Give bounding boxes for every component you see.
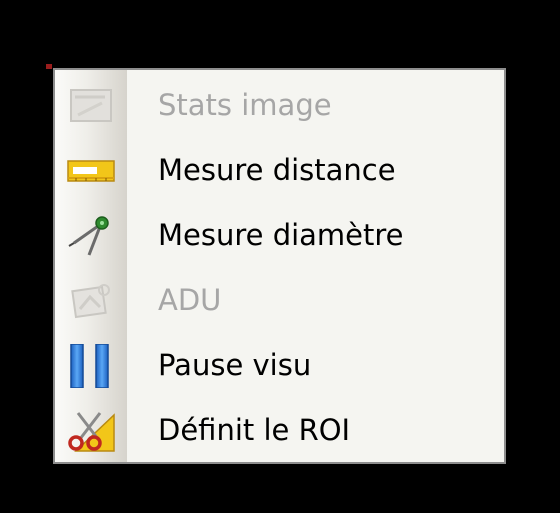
compass-icon xyxy=(64,214,118,258)
menu-item-label: Mesure distance xyxy=(158,153,396,187)
menu-item-mesure-distance[interactable]: Mesure distance xyxy=(55,139,504,203)
menu-item-label: Stats image xyxy=(158,88,332,122)
cursor-marker xyxy=(46,64,52,69)
context-menu: Stats image Mesure distance Mesure diamè… xyxy=(53,68,506,464)
menu-item-label: Mesure diamètre xyxy=(158,218,404,252)
screen: Stats image Mesure distance Mesure diamè… xyxy=(0,0,560,513)
ruler-icon xyxy=(64,149,118,193)
stats-image-icon xyxy=(64,84,118,128)
menu-item-label: Pause visu xyxy=(158,348,312,382)
pause-icon xyxy=(64,343,118,389)
scissors-roi-icon xyxy=(64,409,118,453)
menu-item-adu[interactable]: ADU xyxy=(55,269,504,333)
menu-item-definit-roi[interactable]: Définit le ROI xyxy=(55,399,504,463)
menu-item-mesure-diametre[interactable]: Mesure diamètre xyxy=(55,204,504,268)
adu-icon xyxy=(64,279,118,323)
menu-item-label: Définit le ROI xyxy=(158,413,351,447)
menu-item-label: ADU xyxy=(158,283,222,317)
menu-item-pause-visu[interactable]: Pause visu xyxy=(55,334,504,398)
menu-item-stats-image[interactable]: Stats image xyxy=(55,74,504,138)
